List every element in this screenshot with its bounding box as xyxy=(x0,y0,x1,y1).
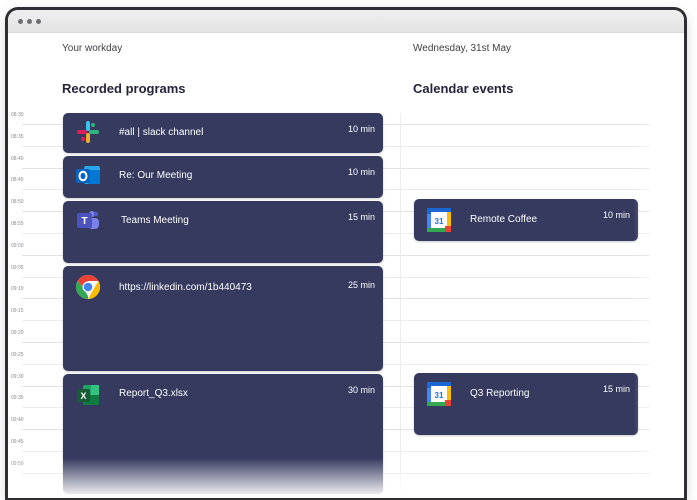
event-duration: 10 min xyxy=(602,210,630,220)
chrome-icon xyxy=(75,275,101,299)
svg-text:31: 31 xyxy=(435,391,444,400)
right-edge-fade xyxy=(634,33,684,498)
time-label: 09:30 xyxy=(11,373,24,380)
excel-icon: X xyxy=(77,385,99,405)
time-label: 08:50 xyxy=(11,199,24,206)
time-label: 09:20 xyxy=(11,330,24,336)
recorded-event[interactable]: https://linkedin.com/1b440473 25 min xyxy=(63,266,383,371)
event-duration: 10 min xyxy=(347,167,375,177)
event-title: Report_Q3.xlsx xyxy=(119,388,188,399)
event-title: #all | slack channel xyxy=(119,127,204,138)
time-label: 09:45 xyxy=(11,439,24,445)
time-label: 09:05 xyxy=(11,264,24,271)
recorded-event[interactable]: T Teams Meeting 15 min xyxy=(63,201,383,263)
event-duration: 30 min xyxy=(347,385,375,395)
event-title: Q3 Reporting xyxy=(470,388,530,399)
teams-icon: T xyxy=(77,211,99,229)
svg-text:T: T xyxy=(81,216,87,227)
window-dot-icon[interactable] xyxy=(18,19,23,24)
time-label: 09:40 xyxy=(11,417,24,424)
window-dot-icon[interactable] xyxy=(36,19,41,24)
time-label: 08:45 xyxy=(11,177,24,184)
window-titlebar xyxy=(8,10,684,33)
event-title: Teams Meeting xyxy=(121,215,189,226)
time-label: 09:25 xyxy=(11,351,24,358)
event-duration: 15 min xyxy=(602,384,630,394)
recorded-event[interactable]: Re: Our Meeting 10 min xyxy=(63,156,383,198)
time-label: 09:15 xyxy=(11,308,24,315)
calendar-events-title: Calendar events xyxy=(413,81,514,96)
event-title: Re: Our Meeting xyxy=(119,170,193,181)
time-label: 08:35 xyxy=(11,133,24,140)
slack-icon xyxy=(77,121,99,143)
time-label: 09:00 xyxy=(11,242,24,249)
time-label: 08:55 xyxy=(11,221,24,227)
event-duration: 15 min xyxy=(347,212,375,222)
time-label: 09:35 xyxy=(11,395,24,402)
time-label: 08:40 xyxy=(11,155,24,162)
time-label: 09:10 xyxy=(11,286,24,293)
google-calendar-icon: 31 xyxy=(427,382,451,406)
calendar-event[interactable]: 31 Remote Coffee 10 min xyxy=(414,199,638,241)
window-dot-icon[interactable] xyxy=(27,19,32,24)
time-label: 08:30 xyxy=(11,112,24,118)
date-label: Wednesday, 31st May xyxy=(413,43,512,54)
event-title: https://linkedin.com/1b440473 xyxy=(119,282,252,293)
bottom-fade xyxy=(8,458,684,498)
event-duration: 10 min xyxy=(347,124,375,134)
workday-view: Your workday Wednesday, 31st May Recorde… xyxy=(8,33,684,498)
svg-text:X: X xyxy=(80,391,86,401)
app-window: Your workday Wednesday, 31st May Recorde… xyxy=(8,10,684,498)
outlook-icon xyxy=(76,166,100,184)
svg-text:31: 31 xyxy=(435,217,444,226)
recorded-event[interactable]: #all | slack channel 10 min xyxy=(63,113,383,153)
column-divider xyxy=(400,113,401,493)
calendar-event[interactable]: 31 Q3 Reporting 15 min xyxy=(414,373,638,435)
event-duration: 25 min xyxy=(347,280,375,290)
event-title: Remote Coffee xyxy=(470,214,538,225)
workday-label: Your workday xyxy=(62,43,123,54)
recorded-programs-title: Recorded programs xyxy=(62,81,186,96)
google-calendar-icon: 31 xyxy=(427,208,451,232)
